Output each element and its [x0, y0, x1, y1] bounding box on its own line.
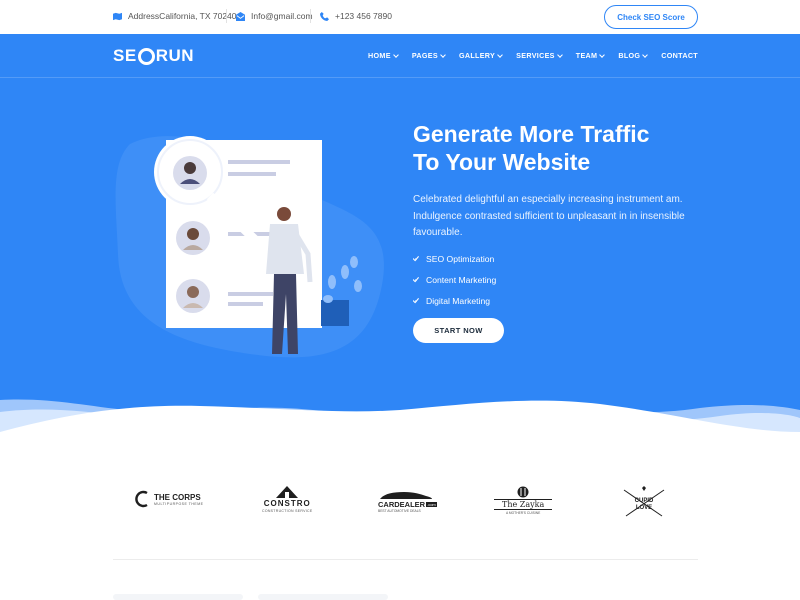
- hero-title: Generate More Traffic To Your Website: [413, 120, 733, 176]
- cardealer-tagline: BEST AUTOMOTIVE DEALS: [378, 509, 421, 513]
- logo[interactable]: SE RUN: [113, 43, 194, 69]
- nav-item-pages[interactable]: PAGES: [411, 51, 446, 60]
- feature-item: Content Marketing: [413, 269, 496, 290]
- nav-item-contact[interactable]: CONTACT: [661, 51, 698, 60]
- nav-item-team[interactable]: TEAM: [575, 51, 606, 60]
- logo-o-ring: [137, 47, 155, 65]
- zayka-name: The Zayka: [494, 499, 553, 510]
- email-link[interactable]: Info@gmail.com: [251, 11, 313, 21]
- address-text: AddressCalifornia, TX 70240: [128, 11, 237, 21]
- feature-label: SEO Optimization: [426, 253, 495, 264]
- nav-item-label: PAGES: [411, 51, 438, 60]
- chevron-down-icon: [556, 51, 563, 58]
- feature-item: Digital Marketing: [413, 290, 496, 311]
- phone-info: +123 456 7890: [320, 11, 392, 21]
- cupid-arrow-heart-icon: CUPID LOVE: [623, 486, 665, 517]
- constro-tagline: CONSTRUCTION SERVICE: [262, 509, 313, 513]
- brand-logo-cardealer: CARDEALER .com BEST AUTOMOTIVE DEALS: [378, 490, 437, 513]
- zayka-tagline: A MOTHER'S CUISINE: [505, 511, 541, 515]
- chevron-down-icon: [392, 51, 399, 58]
- chevron-down-icon: [642, 51, 649, 58]
- section-divider: [113, 559, 698, 560]
- next-section-card: [113, 594, 243, 600]
- hero-title-line1: Generate More Traffic: [413, 121, 650, 147]
- chevron-down-icon: [599, 51, 606, 58]
- nav-item-home[interactable]: HOME: [368, 51, 399, 60]
- chevron-down-icon: [440, 51, 446, 58]
- corps-c-icon: [135, 490, 148, 508]
- nav-item-label: BLOG: [618, 51, 641, 60]
- separator: [226, 9, 227, 23]
- hero-section: SE RUN HOME PAGES GALLERY SERVICES TEAM …: [0, 34, 800, 444]
- double-check-icon: [413, 298, 420, 304]
- hero-wave-divider: [0, 392, 800, 452]
- email-info: Info@gmail.com: [236, 11, 313, 21]
- double-check-icon: [413, 256, 420, 262]
- separator: [310, 9, 311, 23]
- cupid-line1: CUPID: [635, 498, 654, 504]
- constro-name: CONSTRO: [263, 499, 311, 508]
- corps-tagline: MULTIPURPOSE THEME: [154, 501, 204, 506]
- nav-item-gallery[interactable]: GALLERY: [458, 51, 503, 60]
- constro-roof-icon: [276, 486, 299, 498]
- nav-item-services[interactable]: SERVICES: [516, 51, 563, 60]
- phone-icon: [320, 11, 329, 21]
- nav-item-label: GALLERY: [458, 51, 496, 60]
- brand-logo-the-corps: THE CORPS MULTIPURPOSE THEME: [134, 490, 204, 508]
- nav-item-label: CONTACT: [661, 51, 698, 60]
- car-silhouette-icon: [380, 492, 432, 499]
- logo-text-right: RUN: [155, 46, 195, 65]
- chevron-down-icon: [497, 51, 503, 58]
- check-seo-score-button[interactable]: Check SEO Score: [604, 5, 698, 29]
- corps-name: THE CORPS: [154, 492, 201, 502]
- nav-item-label: SERVICES: [516, 51, 555, 60]
- brand-logo-cupid-love: CUPID LOVE: [622, 484, 666, 520]
- phone-link[interactable]: +123 456 7890: [335, 11, 392, 21]
- cardealer-name: CARDEALER: [378, 500, 426, 509]
- nav-item-label: HOME: [368, 51, 391, 60]
- top-info-bar: AddressCalifornia, TX 70240 Info@gmail.c…: [0, 0, 800, 34]
- nav-menu: HOME PAGES GALLERY SERVICES TEAM BLOG CO…: [368, 51, 698, 60]
- hero-illustration: [115, 136, 384, 358]
- brand-logos-row: THE CORPS MULTIPURPOSE THEME CONSTRO CON…: [0, 484, 800, 524]
- nav-item-label: TEAM: [575, 51, 598, 60]
- address-info: AddressCalifornia, TX 70240: [113, 11, 237, 21]
- feature-label: Digital Marketing: [426, 295, 490, 306]
- hero-description: Celebrated delightful an especially incr…: [413, 194, 685, 238]
- next-section-card: [258, 594, 388, 600]
- brand-logo-the-zayka: The Zayka A MOTHER'S CUISINE: [494, 486, 553, 515]
- double-check-icon: [413, 277, 420, 283]
- map-icon: [113, 12, 122, 20]
- cardealer-suffix: .com: [426, 502, 437, 507]
- main-navbar: SE RUN HOME PAGES GALLERY SERVICES TEAM …: [0, 34, 800, 78]
- envelope-icon: [236, 11, 245, 21]
- cupid-line2: LOVE: [636, 505, 652, 511]
- logo-text-left: SE: [113, 46, 137, 65]
- start-now-button[interactable]: START NOW: [413, 318, 504, 343]
- brand-logo-constro: CONSTRO CONSTRUCTION SERVICE: [262, 486, 312, 513]
- nav-item-blog[interactable]: BLOG: [618, 51, 649, 60]
- hero-title-line2: To Your Website: [413, 149, 591, 175]
- fork-knife-icon: [517, 486, 529, 498]
- feature-label: Content Marketing: [426, 274, 497, 285]
- feature-item: SEO Optimization: [413, 248, 496, 269]
- feature-list: SEO Optimization Content Marketing Digit…: [413, 248, 496, 311]
